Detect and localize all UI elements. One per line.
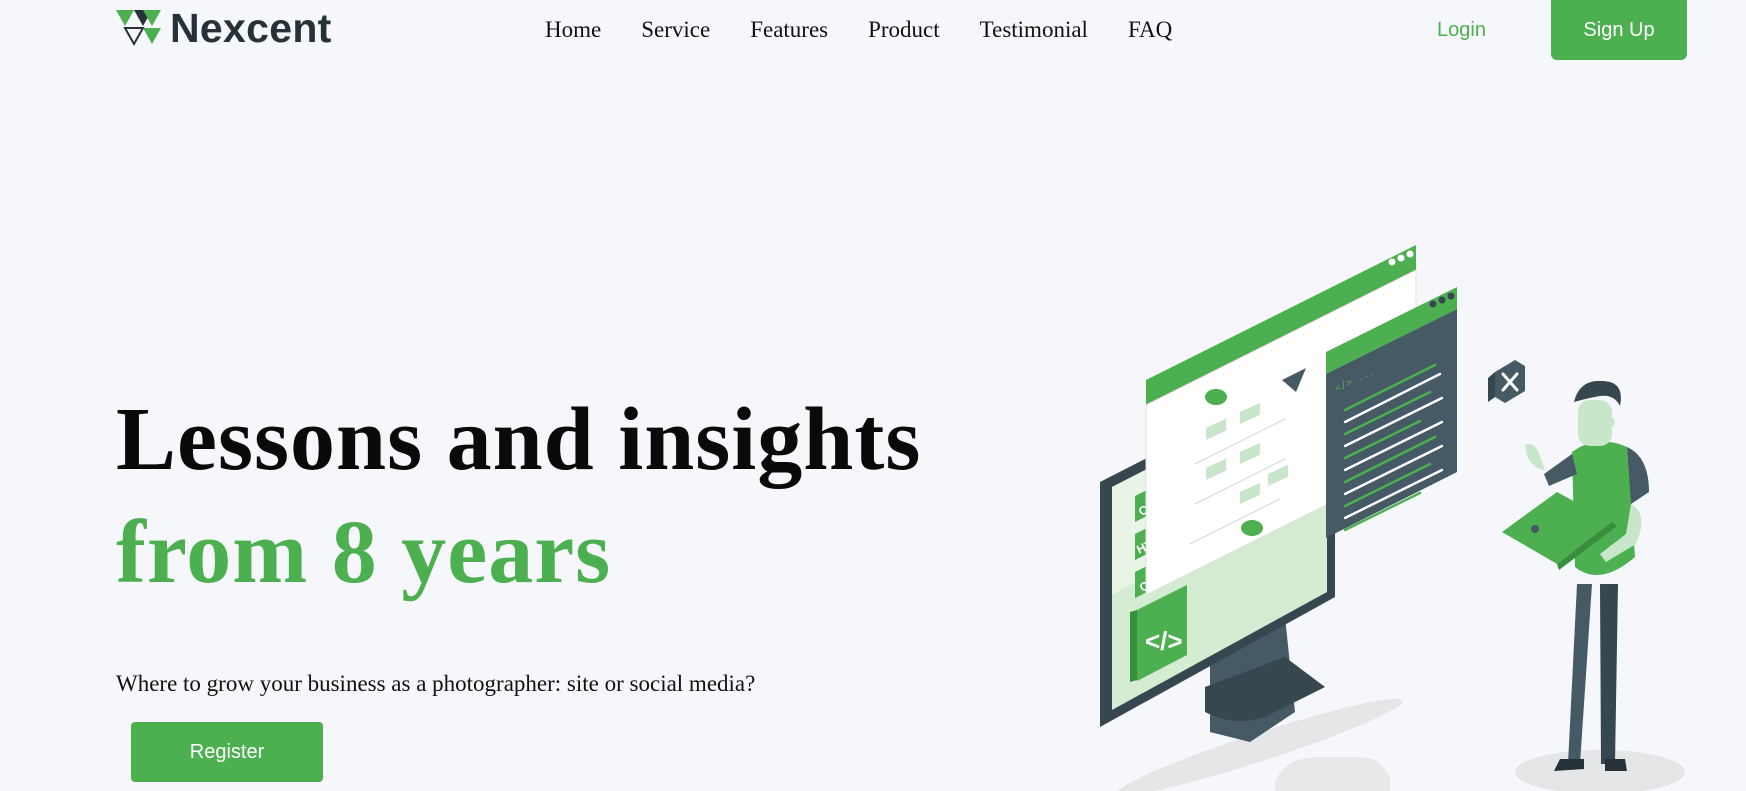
login-link[interactable]: Login xyxy=(1437,14,1486,46)
landing-page: Nexcent Home Service Features Product Te… xyxy=(0,0,1746,791)
brand-name: Nexcent xyxy=(170,5,332,51)
brand-logo[interactable]: Nexcent xyxy=(116,5,332,51)
hero-illustration: CSS HTML C++ </> </> ... xyxy=(1100,245,1685,791)
hero-title-line2: from 8 years xyxy=(116,503,612,602)
hero-subtitle: Where to grow your business as a photogr… xyxy=(116,671,756,696)
nav-service[interactable]: Service xyxy=(641,14,710,46)
nav-product[interactable]: Product xyxy=(868,14,940,46)
nav-faq[interactable]: FAQ xyxy=(1128,14,1172,46)
nav-home[interactable]: Home xyxy=(545,14,601,46)
nav-features[interactable]: Features xyxy=(750,14,828,46)
laptop-icon xyxy=(1531,525,1539,533)
signup-button[interactable]: Sign Up xyxy=(1551,0,1687,60)
nav-testimonial[interactable]: Testimonial xyxy=(980,14,1088,46)
register-button[interactable]: Register xyxy=(131,722,323,782)
close-icon xyxy=(1488,360,1525,403)
person-illustration xyxy=(1502,380,1649,771)
main-nav: Home Service Features Product Testimonia… xyxy=(545,14,1172,46)
code-icon: </> xyxy=(1145,626,1183,656)
hero-title-line1: Lessons and insights xyxy=(116,390,922,489)
logo-mark-icon xyxy=(116,10,161,47)
